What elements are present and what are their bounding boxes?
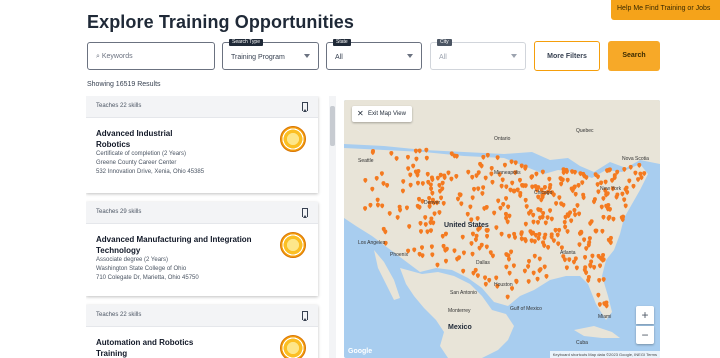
page: Help Me Find Training or Jobs Explore Tr… — [0, 0, 720, 358]
bookmark-icon[interactable] — [302, 311, 308, 321]
result-card[interactable]: Teaches 22 skills Automation and Robotic… — [86, 305, 318, 358]
program-title-line: Robotics — [96, 140, 131, 149]
provider-seal-icon — [280, 232, 306, 258]
provider-seal-icon — [280, 126, 306, 152]
city-value: All — [439, 54, 447, 61]
map-label-houston: Houston — [494, 282, 513, 288]
map-label-dallas: Dallas — [476, 260, 490, 266]
page-title: Explore Training Opportunities — [87, 12, 355, 32]
program-title[interactable]: Advanced Manufacturing and Integration T… — [96, 234, 266, 256]
google-logo: Google — [348, 348, 373, 355]
close-icon: ✕ — [357, 109, 364, 118]
search-button[interactable]: Search — [608, 41, 660, 71]
map-label-cuba: Cuba — [576, 340, 588, 346]
map-label-monterrey: Monterrey — [448, 308, 471, 314]
provider-address: 532 Innovation Drive, Xenia, Ohio 45385 — [96, 169, 205, 175]
card-body: Advanced Industrial Robotics Certificate… — [86, 118, 318, 185]
help-find-training-button[interactable]: Help Me Find Training or Jobs — [611, 0, 720, 20]
search-type-value: Training Program — [231, 54, 285, 61]
map-label-us: United States — [444, 222, 489, 229]
program-title-line: Training — [96, 349, 128, 358]
map[interactable]: ✕ Exit Map View United States Mexico Cub… — [344, 100, 660, 358]
provider-seal-icon — [280, 335, 306, 358]
skills-count: Teaches 22 skills — [96, 312, 142, 318]
bookmark-icon[interactable] — [302, 102, 308, 112]
map-label-chicago: Chicago — [534, 190, 553, 196]
results-count: Showing 16519 Results — [87, 81, 161, 88]
map-marker[interactable] — [424, 147, 429, 153]
chevron-down-icon — [304, 54, 310, 58]
state-value: All — [335, 54, 343, 61]
state-select[interactable]: State All — [326, 39, 422, 70]
map-label-quebec: Quebec — [576, 128, 594, 134]
map-label-miami: Miami — [598, 314, 612, 320]
card-header: Teaches 29 skills — [86, 202, 318, 224]
keywords-input[interactable]: ⌕ Keywords — [87, 42, 215, 70]
map-attribution[interactable]: Keyboard shortcuts Map data ©2023 Google… — [549, 351, 660, 358]
provider-address: 710 Colegate Dr, Marietta, Ohio 45750 — [96, 275, 199, 281]
map-label-los-angeles: Los Angeles — [358, 240, 386, 246]
card-body: Advanced Manufacturing and Integration T… — [86, 224, 318, 291]
credential: Associate degree (2 Years) — [96, 257, 169, 263]
zoom-in-button[interactable]: + — [636, 306, 654, 324]
map-label-minneapolis: Minneapolis — [494, 170, 521, 176]
more-filters-button[interactable]: More Filters — [534, 41, 600, 71]
keywords-placeholder: ⌕ Keywords — [96, 53, 133, 61]
map-label-gulf: Gulf of Mexico — [510, 306, 542, 312]
card-header: Teaches 22 skills — [86, 96, 318, 118]
exit-map-view-button[interactable]: ✕ Exit Map View — [352, 106, 412, 122]
keywords-placeholder-text: Keywords — [101, 53, 133, 60]
skills-count: Teaches 22 skills — [96, 103, 142, 109]
card-header: Teaches 22 skills — [86, 305, 318, 327]
skills-count: Teaches 29 skills — [96, 209, 142, 215]
map-label-new-york: New York — [600, 186, 622, 192]
program-title[interactable]: Advanced Industrial Robotics — [96, 128, 256, 150]
state-label: State — [333, 39, 351, 46]
map-label-atlanta: Atlanta — [560, 250, 576, 256]
bookmark-icon[interactable] — [302, 208, 308, 218]
exit-map-view-label: Exit Map View — [368, 111, 406, 117]
chevron-down-icon — [407, 54, 413, 58]
program-title-line: Technology — [96, 246, 141, 255]
credential: Certificate of completion (2 Years) — [96, 151, 187, 157]
city-label: City — [437, 39, 452, 46]
result-card[interactable]: Teaches 29 skills Advanced Manufacturing… — [86, 202, 318, 296]
provider-name: Washington State College of Ohio — [96, 266, 187, 272]
map-label-seattle: Seattle — [358, 158, 374, 164]
city-select[interactable]: City All — [430, 39, 526, 70]
scrollbar-thumb[interactable] — [330, 106, 335, 146]
search-type-label: Search Type — [229, 39, 263, 46]
search-type-select[interactable]: Search Type Training Program — [222, 39, 319, 70]
results-list: Teaches 22 skills Advanced Industrial Ro… — [86, 96, 338, 358]
program-title-line: Automation and Robotics — [96, 338, 194, 347]
map-label-san-antonio: San Antonio — [450, 290, 477, 296]
map-label-denver: Denver — [424, 200, 441, 206]
card-body: Automation and Robotics Training — [86, 327, 318, 358]
map-label-ontario: Ontario — [494, 136, 511, 142]
result-card[interactable]: Teaches 22 skills Advanced Industrial Ro… — [86, 96, 318, 193]
results-scrollbar[interactable] — [329, 96, 336, 358]
zoom-out-button[interactable]: − — [636, 326, 654, 344]
map-label-phoenix: Phoenix — [390, 252, 409, 258]
map-label-nova-scotia: Nova Scotia — [622, 156, 649, 162]
chevron-down-icon — [511, 54, 517, 58]
program-title[interactable]: Automation and Robotics Training — [96, 337, 256, 358]
provider-name: Greene County Career Center — [96, 160, 177, 166]
map-label-mexico: Mexico — [448, 324, 472, 331]
cuba-landmass — [574, 326, 620, 338]
program-title-line: Advanced Manufacturing and Integration — [96, 235, 252, 244]
program-title-line: Advanced Industrial — [96, 129, 173, 138]
